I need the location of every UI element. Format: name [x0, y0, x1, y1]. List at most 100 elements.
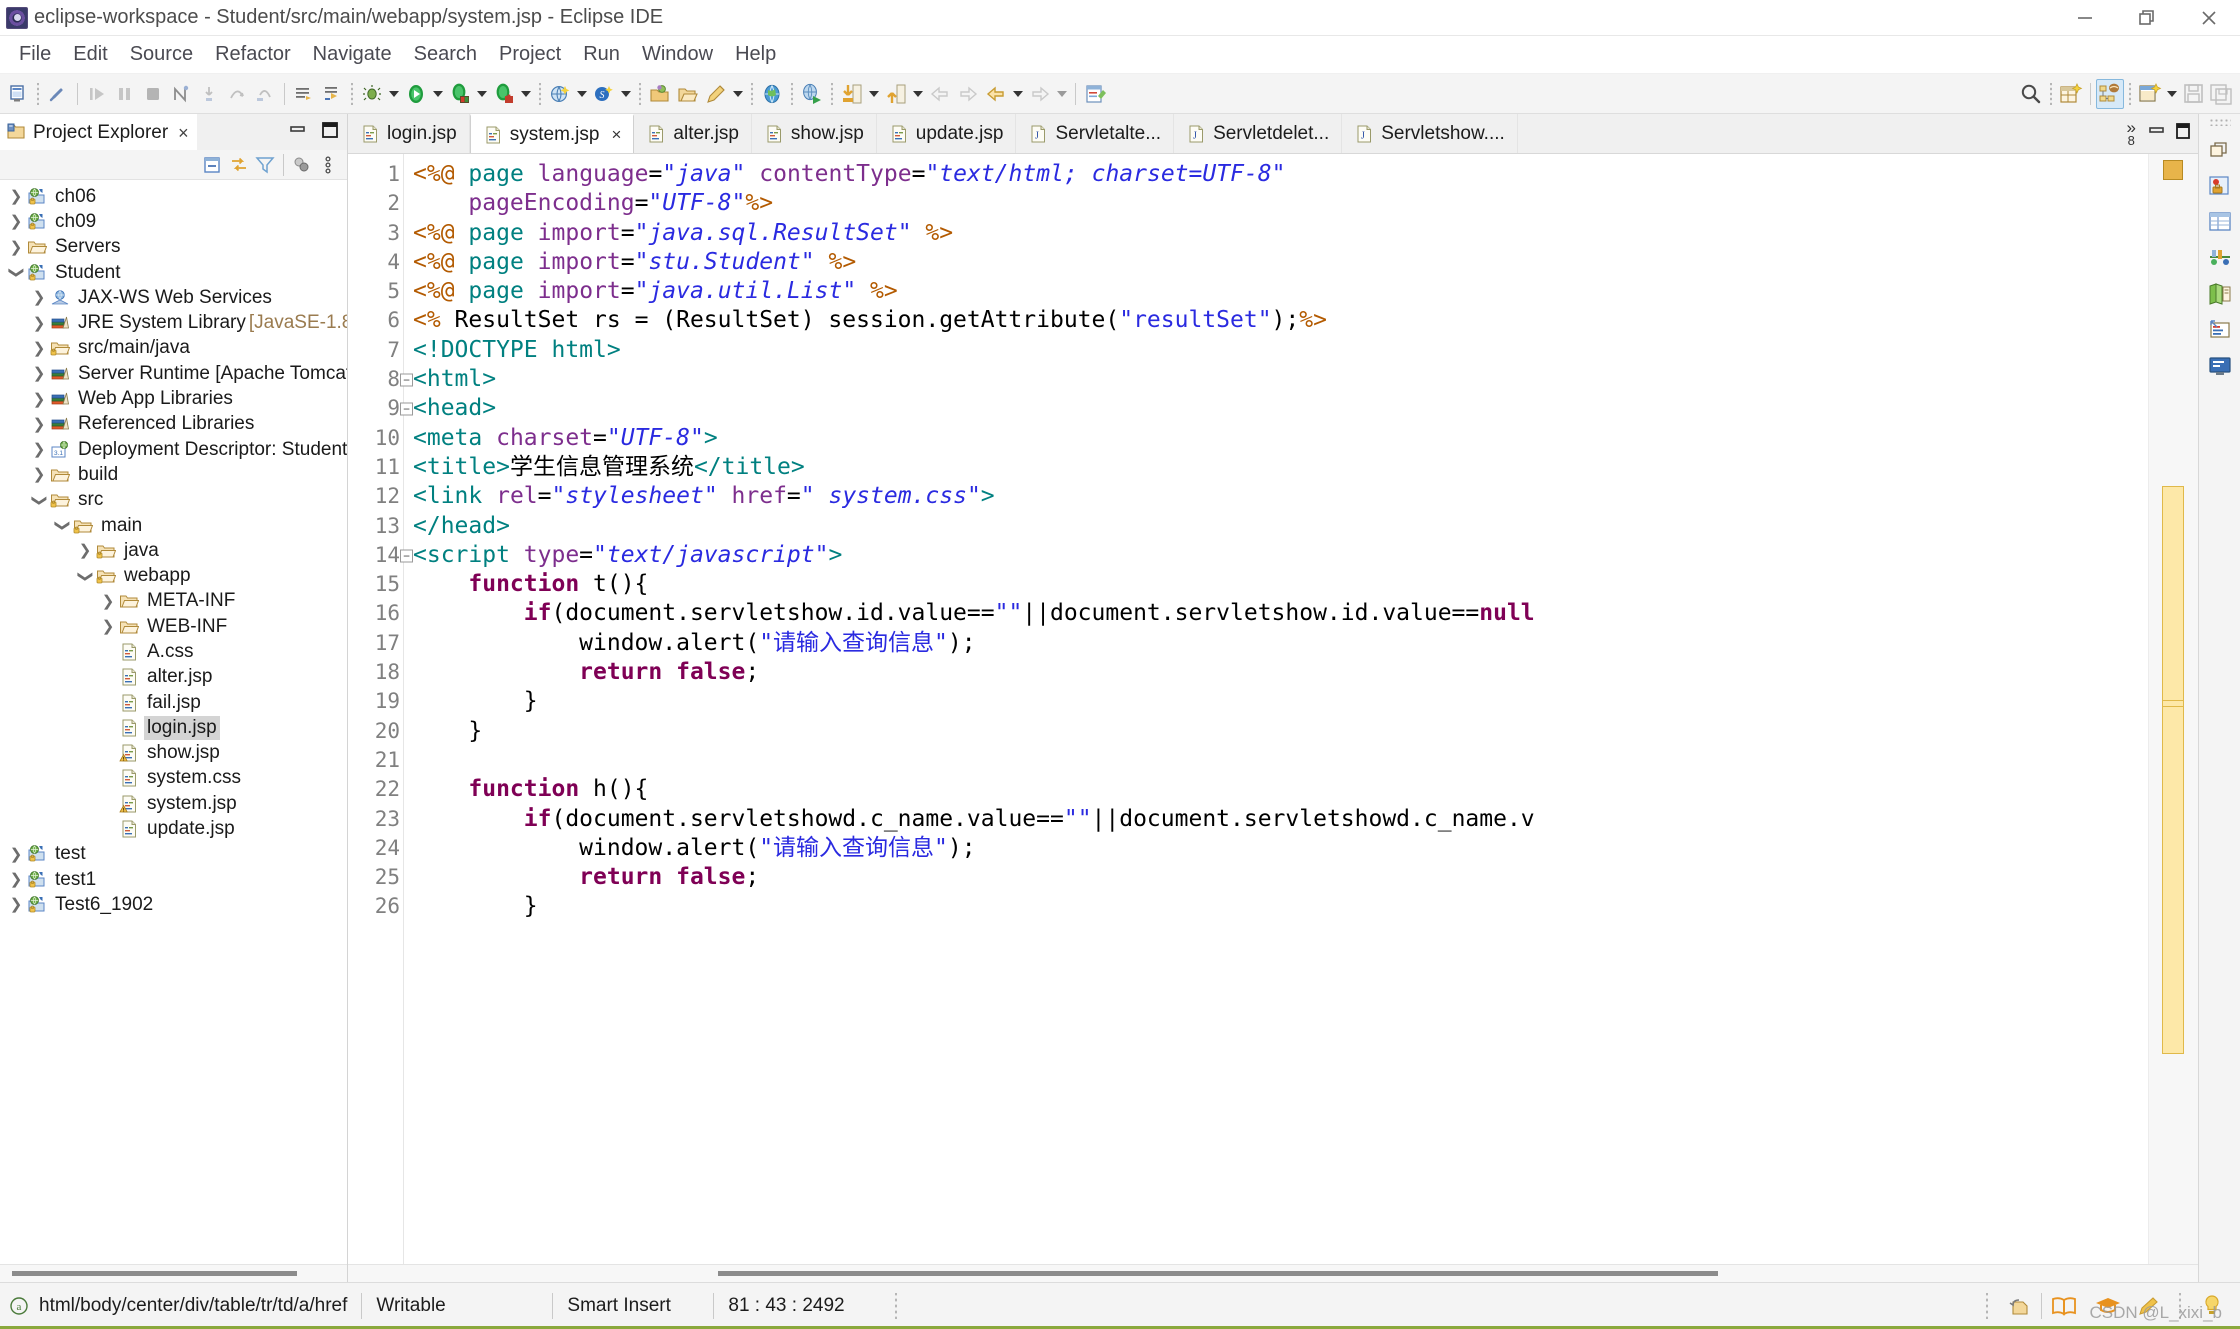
instruction-stepping-icon[interactable]	[290, 79, 318, 109]
code-line[interactable]: if(document.servletshow.id.value==""||do…	[413, 599, 2148, 628]
run-on-server-icon[interactable]	[798, 79, 826, 109]
menu-file[interactable]: File	[8, 40, 62, 69]
focus-on-active-task-icon[interactable]	[289, 153, 315, 177]
code-line[interactable]: <link rel="stylesheet" href=" system.css…	[413, 482, 2148, 511]
code-line[interactable]: }	[413, 687, 2148, 716]
edit-dropdown-icon[interactable]	[730, 79, 746, 109]
new-window-icon[interactable]	[2136, 79, 2164, 109]
new-server-dropdown-icon[interactable]	[618, 79, 634, 109]
code-line[interactable]: }	[413, 892, 2148, 921]
web-browser-dropdown-icon[interactable]	[574, 79, 590, 109]
tree-item-alter-jsp[interactable]: alter.jsp	[0, 665, 347, 690]
chevron-right-icon[interactable]: ❯	[29, 442, 49, 457]
code-line[interactable]: return false;	[413, 658, 2148, 687]
servers-view-icon[interactable]	[2203, 240, 2237, 276]
code-line[interactable]: <!DOCTYPE html>	[413, 336, 2148, 365]
tree-item-test1[interactable]: ❯ test1	[0, 867, 347, 892]
link-with-editor-icon[interactable]	[226, 153, 252, 177]
external-tools-dropdown-icon[interactable]	[518, 79, 534, 109]
tree-item-test6-1902[interactable]: ❯ Test6_1902	[0, 892, 347, 917]
tree-item-student[interactable]: ❯ Student	[0, 260, 347, 285]
tab-project-explorer[interactable]: Project Explorer ×	[0, 114, 197, 150]
tree-item-web-inf[interactable]: ❯ WEB-INF	[0, 614, 347, 639]
code-line[interactable]: window.alert("请输入查询信息");	[413, 834, 2148, 863]
book-icon[interactable]	[2042, 1294, 2086, 1318]
chevron-right-icon[interactable]: ❯	[29, 316, 49, 331]
tree-item-jax-ws-web-services[interactable]: ❯ JAX-WS Web Services	[0, 285, 347, 310]
tree-item-referenced-libraries[interactable]: ❯ Referenced Libraries	[0, 412, 347, 437]
tree-item-deployment-descriptor-student[interactable]: ❯ 3.1 Deployment Descriptor: Student	[0, 437, 347, 462]
code-line[interactable]: <%@ page language="java" contentType="te…	[413, 160, 2148, 189]
edit-pen-icon[interactable]	[702, 79, 730, 109]
tree-item-login-jsp[interactable]: login.jsp	[0, 715, 347, 740]
link-break-icon[interactable]	[44, 79, 72, 109]
fold-toggle-icon[interactable]: −	[400, 402, 413, 416]
chevron-right-icon[interactable]: ❯	[29, 290, 49, 305]
code-line[interactable]: pageEncoding="UTF-8"%>	[413, 189, 2148, 218]
run-as-icon[interactable]	[446, 79, 474, 109]
import-dropdown-icon[interactable]	[866, 79, 882, 109]
tree-item-ch09[interactable]: ❯ ch09	[0, 209, 347, 234]
menu-edit[interactable]: Edit	[62, 40, 118, 69]
tree-item-ch06[interactable]: ❯ ch06	[0, 184, 347, 209]
open-perspective-icon[interactable]	[2096, 78, 2124, 109]
tree-item-a-css[interactable]: A.css	[0, 639, 347, 664]
chevron-right-icon[interactable]: ❯	[6, 214, 26, 229]
pen-icon[interactable]	[2130, 1294, 2168, 1318]
chevron-down-icon[interactable]: ❯	[6, 265, 26, 280]
chevron-right-icon[interactable]: ❯	[29, 417, 49, 432]
editor-vertical-scrollbar[interactable]	[2148, 154, 2198, 1264]
code-line[interactable]: function t(){	[413, 570, 2148, 599]
code-line[interactable]: <title>学生信息管理系统</title>	[413, 453, 2148, 482]
editor-tab-servletshow[interactable]: J Servletshow....	[1342, 114, 1518, 153]
editor-tab-login-jsp[interactable]: login.jsp	[348, 114, 470, 153]
scrollbar-thumb[interactable]	[12, 1271, 297, 1276]
tree-item-src-main-java[interactable]: ❯ src/main/java	[0, 336, 347, 361]
chevron-down-icon[interactable]: ❯	[75, 569, 95, 584]
minimize-icon[interactable]	[2054, 0, 2116, 36]
minimize-editor-icon[interactable]	[2146, 120, 2168, 147]
tree-item-jre-system-library[interactable]: ❯ JRE System Library [JavaSE-1.8]	[0, 310, 347, 335]
chevron-right-icon[interactable]: ❯	[6, 189, 26, 204]
properties-view-icon[interactable]	[2203, 204, 2237, 240]
overview-marker[interactable]	[2163, 160, 2183, 180]
minimize-view-icon[interactable]	[287, 119, 309, 146]
tip-icon[interactable]	[2192, 1293, 2232, 1319]
project-explorer-horizontal-scrollbar[interactable]	[0, 1264, 347, 1282]
chevron-right-icon[interactable]: ❯	[29, 467, 49, 482]
editor-tab-alter-jsp[interactable]: alter.jsp	[634, 114, 752, 153]
code-line[interactable]	[413, 746, 2148, 775]
view-menu-icon[interactable]	[315, 153, 341, 177]
tab-overflow-chevron-icon[interactable]: » 8	[2121, 118, 2142, 147]
code-line[interactable]: if(document.servletshowd.c_name.value=="…	[413, 805, 2148, 834]
chevron-down-icon[interactable]: ❯	[52, 518, 72, 533]
code-line[interactable]: <html>	[413, 365, 2148, 394]
export-dropdown-icon[interactable]	[910, 79, 926, 109]
web-browser-icon[interactable]	[546, 79, 574, 109]
menu-refactor[interactable]: Refactor	[204, 40, 302, 69]
menu-window[interactable]: Window	[631, 40, 724, 69]
maximize-editor-icon[interactable]	[2172, 120, 2194, 147]
open-folder-icon[interactable]	[674, 79, 702, 109]
code-line[interactable]: function h(){	[413, 775, 2148, 804]
chevron-right-icon[interactable]: ❯	[75, 543, 95, 558]
tree-item-server-runtime-apache-tomcat-v8[interactable]: ❯ Server Runtime [Apache Tomcat v8.	[0, 361, 347, 386]
tree-item-fail-jsp[interactable]: fail.jsp	[0, 690, 347, 715]
restore-icon[interactable]	[2116, 0, 2178, 36]
code-line[interactable]: <%@ page import="java.sql.ResultSet" %>	[413, 219, 2148, 248]
debug-dropdown-icon[interactable]	[386, 79, 402, 109]
tree-item-src[interactable]: ❯ src	[0, 488, 347, 513]
editor-horizontal-scrollbar[interactable]	[348, 1264, 2198, 1282]
scrollbar-thumb[interactable]	[2162, 486, 2184, 1054]
chevron-right-icon[interactable]: ❯	[6, 872, 26, 887]
menu-run[interactable]: Run	[572, 40, 631, 69]
new-java-project-icon[interactable]	[2057, 79, 2085, 109]
project-tree[interactable]: ❯ ch06 ❯ ch09 ❯ Servers ❯ Student ❯ JAX-WS Web Se…	[0, 180, 347, 1264]
globe-icon[interactable]	[758, 79, 786, 109]
fold-toggle-icon[interactable]: −	[400, 549, 413, 562]
code-line[interactable]: <script type="text/javascript">	[413, 541, 2148, 570]
debug-icon[interactable]	[358, 79, 386, 109]
close-icon[interactable]: ×	[611, 125, 621, 145]
close-icon[interactable]: ×	[178, 124, 189, 142]
editor-tab-update-jsp[interactable]: update.jsp	[877, 114, 1017, 153]
